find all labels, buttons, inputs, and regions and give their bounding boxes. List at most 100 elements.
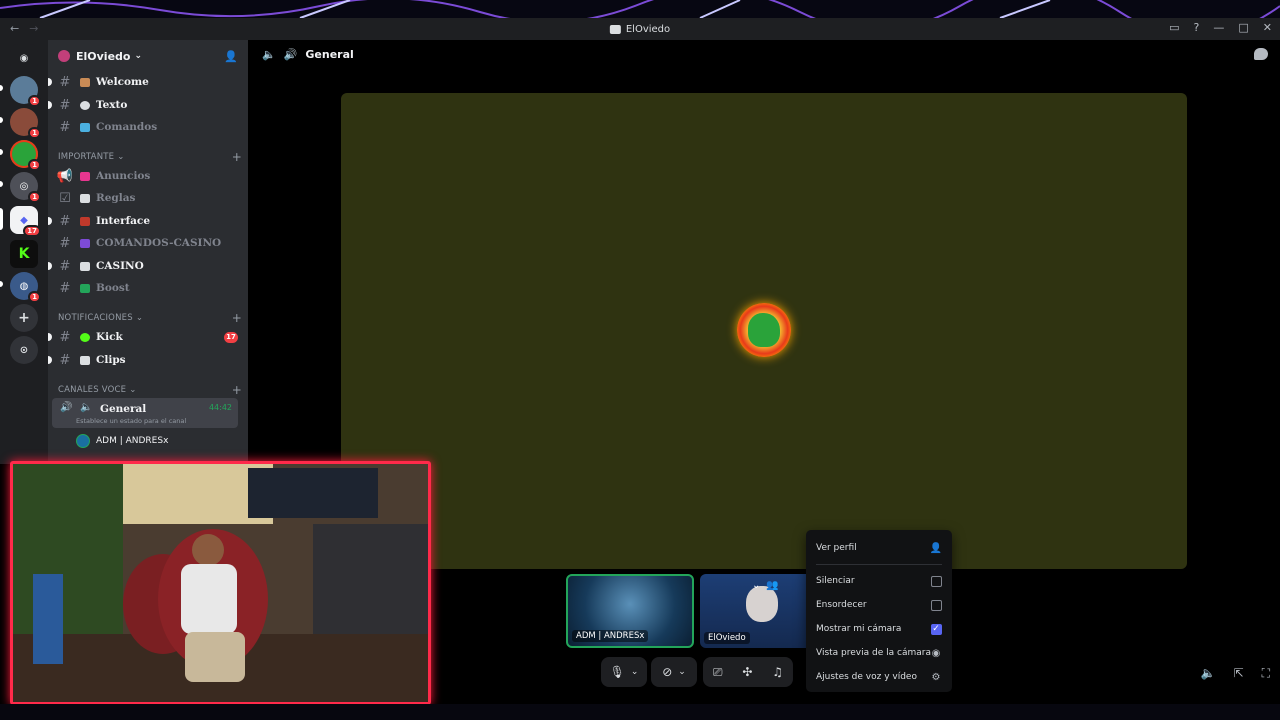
chevron-down-icon: ⌄ <box>630 667 639 677</box>
screen-share-icon[interactable]: ⎚ <box>713 665 723 680</box>
hammer-icon <box>80 216 90 226</box>
channel-label: Reglas <box>96 192 136 204</box>
category-notificaciones[interactable]: NOTIFICACIONES ⌄ + <box>58 311 242 325</box>
chat-bubble-icon[interactable] <box>1254 48 1268 60</box>
window-title: ElOviedo <box>609 23 671 35</box>
channel-casino[interactable]: # CASINO <box>48 256 242 276</box>
add-channel-icon[interactable]: + <box>232 150 242 164</box>
activities-icon[interactable]: ✣ <box>742 665 752 679</box>
fullscreen-icon[interactable]: ⛶ <box>1262 666 1270 681</box>
server-icon[interactable]: ◍ 1 <box>10 272 41 303</box>
camera-button[interactable]: ⊘ ⌄ <box>651 657 697 687</box>
menu-item-vista-previa[interactable]: Vista previa de la cámara ◉ <box>812 641 946 665</box>
channel-status-prompt[interactable]: Establece un estado para el canal <box>76 417 186 425</box>
channel-clips[interactable]: # Clips <box>48 350 242 370</box>
participant-context-menu: Ver perfil 👤 Silenciar Ensordecer Mostrar… <box>806 530 952 692</box>
server-list: ◉ 1 1 1 ◎ 1 ◆ 17 K ◍ 1 + ⊙ <box>0 40 48 464</box>
menu-item-ver-perfil[interactable]: Ver perfil 👤 <box>812 536 946 560</box>
server-icon[interactable]: ◎ 1 <box>10 172 41 203</box>
microphone-icon: 🎙 <box>609 665 625 679</box>
invite-icon[interactable]: 👤 <box>224 50 238 63</box>
voice-channel-label: General <box>100 403 147 415</box>
popout-icon[interactable]: ⇱ <box>1234 666 1244 681</box>
channel-kick[interactable]: # Kick 17 <box>48 327 242 347</box>
chevron-down-icon: ⌄ <box>678 667 686 677</box>
channel-label: Clips <box>96 354 126 366</box>
server-icon[interactable]: 1 <box>10 76 41 107</box>
gear-icon: ⚙ <box>931 671 941 683</box>
user-options-icon[interactable]: 👥 <box>766 580 778 591</box>
channel-label: Comandos <box>96 121 158 133</box>
category-label: CANALES VOCE <box>58 385 127 395</box>
hash-icon: # <box>59 352 71 368</box>
member-name: ADM | ANDRESx <box>96 436 169 446</box>
window-title-text: ElOviedo <box>625 23 671 35</box>
chevron-down-icon: ⌄ <box>134 51 143 61</box>
channel-label: Texto <box>96 99 128 111</box>
channel-boost[interactable]: # Boost <box>54 278 242 298</box>
slot-icon <box>80 261 90 271</box>
forward-arrow-icon[interactable]: → <box>29 22 38 35</box>
chevron-down-icon: ⌄ <box>129 385 137 395</box>
chevron-down-icon[interactable]: ⌄ <box>752 580 760 591</box>
profile-icon: 👤 <box>929 542 943 554</box>
screen: ← → ElOviedo ▭ ? — □ ✕ ◉ 1 1 1 ◎ 1 ◆ 17 K ◍… <box>0 0 1280 720</box>
menu-label: Ver perfil <box>816 543 857 553</box>
checkbox-checked[interactable]: ✓ <box>930 623 942 635</box>
participant-tile[interactable]: ADM | ANDRESx <box>566 574 694 648</box>
voice-channel-general[interactable]: 🔊 🔈 General 44:42 Establece un estado pa… <box>52 398 238 428</box>
channel-anuncios[interactable]: 📢 Anuncios <box>54 166 242 186</box>
maximize-button[interactable]: □ <box>1238 21 1248 34</box>
avatar <box>76 434 90 448</box>
hash-icon: # <box>59 329 71 345</box>
menu-item-silenciar[interactable]: Silenciar <box>812 569 946 593</box>
soundboard-icon[interactable]: ♫ <box>772 665 783 679</box>
back-arrow-icon[interactable]: ← <box>10 22 19 35</box>
menu-item-mostrar-camara[interactable]: Mostrar mi cámara ✓ <box>812 617 946 641</box>
kick-server-icon[interactable]: K <box>10 240 38 268</box>
channel-label: Welcome <box>96 76 149 88</box>
server-avatar-icon <box>58 50 70 62</box>
close-button[interactable]: ✕ <box>1263 21 1272 34</box>
menu-item-ajustes[interactable]: Ajustes de voz y vídeo ⚙ <box>812 665 946 689</box>
participant-name: ADM | ANDRESx <box>572 630 649 642</box>
menu-label: Silenciar <box>816 576 855 586</box>
channel-comandos[interactable]: # Comandos <box>54 117 242 137</box>
clapper-icon <box>80 355 90 365</box>
channel-label: Kick <box>96 331 123 343</box>
home-discord-icon[interactable]: ◉ <box>10 44 38 72</box>
channel-label: Anuncios <box>96 170 151 182</box>
discover-icon[interactable]: ⊙ <box>10 336 38 364</box>
server-header[interactable]: ElOviedo ⌄ 👤 <box>48 40 248 72</box>
minimize-button[interactable]: — <box>1213 21 1224 34</box>
category-importante[interactable]: IMPORTANTE ⌄ + <box>58 150 242 164</box>
add-server-icon[interactable]: + <box>10 304 38 332</box>
server-icon-active[interactable]: ◆ 17 <box>10 206 41 237</box>
checkbox[interactable] <box>930 599 942 611</box>
server-icon[interactable]: 1 <box>10 140 41 171</box>
server-icon[interactable]: 1 <box>10 108 41 139</box>
channel-welcome[interactable]: # Welcome <box>48 72 242 92</box>
volume-icon[interactable]: 🔈 <box>1201 666 1216 681</box>
channel-label: CASINO <box>96 260 144 272</box>
channel-label: Boost <box>96 282 130 294</box>
channel-comandos-casino[interactable]: # COMANDOS-CASINO <box>54 233 242 253</box>
channel-label: Interface <box>96 215 151 227</box>
checkbox[interactable] <box>930 575 942 587</box>
add-channel-icon[interactable]: + <box>232 311 242 325</box>
hash-icon: # <box>59 235 71 251</box>
category-canales-voce[interactable]: CANALES VOCE ⌄ + <box>58 383 242 397</box>
channel-texto[interactable]: # Texto <box>48 95 242 115</box>
help-icon[interactable]: ? <box>1194 21 1200 34</box>
channel-reglas[interactable]: ☑ Reglas <box>54 188 242 208</box>
inbox-icon[interactable]: ▭ <box>1169 21 1179 34</box>
channel-interface[interactable]: # Interface <box>48 211 242 231</box>
menu-label: Mostrar mi cámara <box>816 624 902 634</box>
menu-item-ensordecer[interactable]: Ensordecer <box>812 593 946 617</box>
menu-label: Ensordecer <box>816 600 867 610</box>
voice-member[interactable]: ADM | ANDRESx <box>76 434 168 448</box>
green-circle-icon <box>80 332 90 342</box>
add-channel-icon[interactable]: + <box>232 383 242 397</box>
alien-icon <box>80 238 90 248</box>
microphone-button[interactable]: 🎙 ⌄ <box>601 657 647 687</box>
